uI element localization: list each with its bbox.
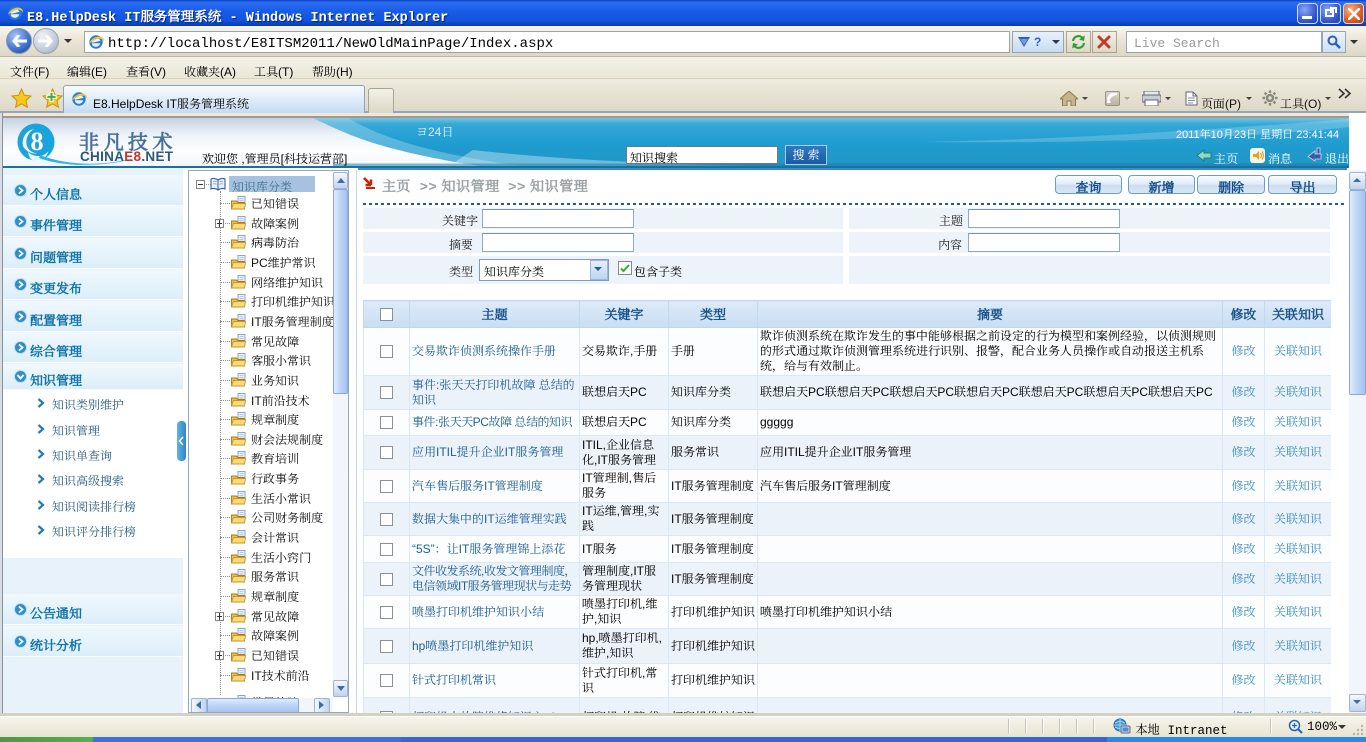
svg-text:8: 8	[31, 127, 44, 156]
